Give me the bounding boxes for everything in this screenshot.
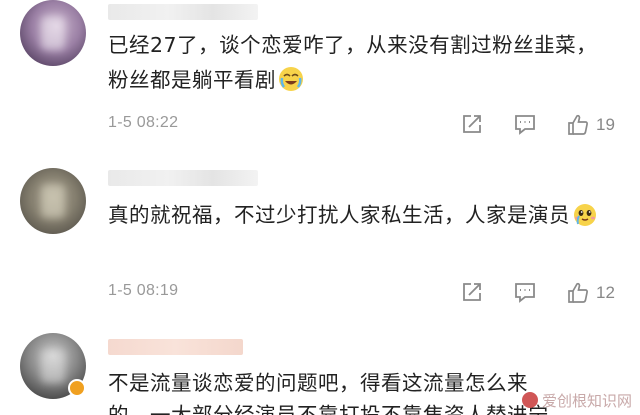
comment-text-body: 真的就祝福，不过少打扰人家私生活，人家是演员 bbox=[108, 203, 570, 227]
avatar-blur bbox=[41, 349, 65, 383]
comment-meta: 1-5 08:19 12 bbox=[108, 280, 628, 306]
comment-text: 真的就祝福，不过少打扰人家私生活，人家是演员 bbox=[108, 198, 618, 233]
share-icon[interactable] bbox=[460, 280, 484, 306]
username-redacted[interactable] bbox=[108, 170, 258, 186]
like-button[interactable]: 19 bbox=[566, 112, 615, 138]
avatar-blur bbox=[41, 184, 65, 218]
verified-badge-icon bbox=[68, 379, 86, 397]
avatar[interactable] bbox=[20, 0, 86, 66]
like-count: 12 bbox=[596, 283, 615, 302]
cute-crying-emoji-icon bbox=[574, 204, 596, 226]
comment-text-body: 已经27了，谈个恋爱咋了，从来没有割过粉丝韭菜，粉丝都是躺平看剧 bbox=[108, 33, 598, 92]
comment-meta: 1-5 08:22 19 bbox=[108, 112, 628, 138]
like-button[interactable]: 12 bbox=[566, 280, 615, 306]
thumbs-up-icon bbox=[568, 282, 588, 303]
comment-text: 已经27了，谈个恋爱咋了，从来没有割过粉丝韭菜，粉丝都是躺平看剧 bbox=[108, 28, 618, 98]
comment-time: 1-5 08:19 bbox=[108, 282, 179, 299]
username-redacted[interactable] bbox=[108, 4, 258, 20]
avatar-blur bbox=[41, 16, 65, 50]
crying-laughing-emoji-icon bbox=[279, 67, 303, 91]
username-redacted[interactable] bbox=[108, 339, 243, 355]
watermark-logo-icon bbox=[521, 392, 538, 408]
thumbs-up-icon bbox=[568, 114, 588, 135]
avatar[interactable] bbox=[20, 168, 86, 234]
share-icon[interactable] bbox=[460, 112, 484, 138]
watermark-text: 爱创根知识网 bbox=[541, 392, 632, 410]
watermark: 爱创根知识网 bbox=[521, 390, 632, 411]
reply-comment-icon[interactable] bbox=[513, 112, 537, 138]
like-count: 19 bbox=[596, 115, 615, 134]
comment-time: 1-5 08:22 bbox=[108, 114, 179, 131]
reply-comment-icon[interactable] bbox=[513, 280, 537, 306]
